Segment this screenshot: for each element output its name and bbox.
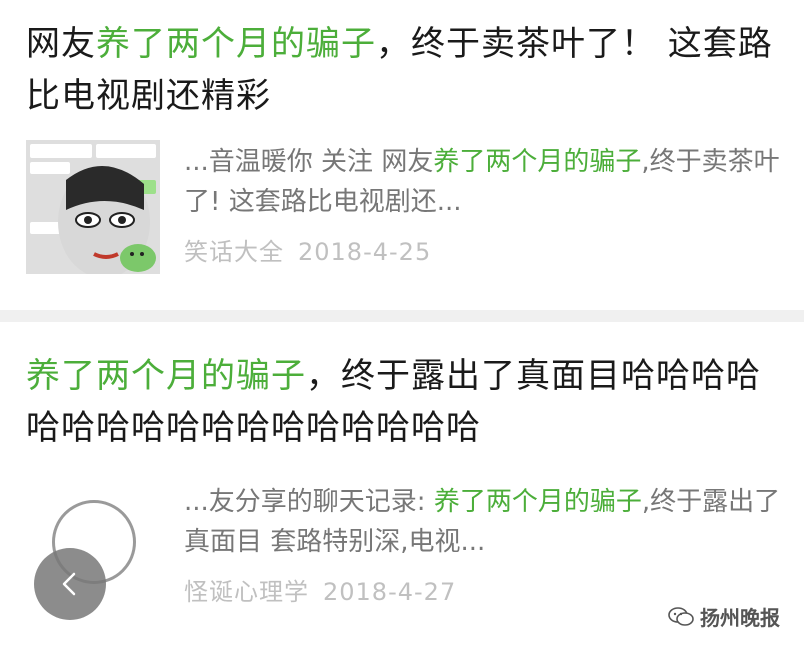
chevron-left-icon xyxy=(62,572,76,596)
thumbnail-image xyxy=(26,140,160,274)
article-title[interactable]: 网友养了两个月的骗子，终于卖茶叶了！ 这套路比电视剧还精彩 xyxy=(26,18,786,122)
article-date: 2018-4-25 xyxy=(298,238,432,266)
article-snippet: ...音温暖你 关注 网友养了两个月的骗子,终于卖茶叶了! 这套路比电视剧还..… xyxy=(184,142,784,222)
article-title[interactable]: 养了两个月的骗子，终于露出了真面目哈哈哈哈哈哈哈哈哈哈哈哈哈哈哈哈哈 xyxy=(26,350,786,454)
article-meta: 怪诞心理学 2018-4-27 xyxy=(184,572,456,607)
article-date: 2018-4-27 xyxy=(323,578,457,606)
article-source[interactable]: 笑话大全 xyxy=(184,238,284,266)
article-source[interactable]: 怪诞心理学 xyxy=(184,578,309,606)
article-card[interactable]: 网友养了两个月的骗子，终于卖茶叶了！ 这套路比电视剧还精彩 ...音温暖你 关注… xyxy=(0,0,804,310)
snippet-keyword-highlight: 养了两个月的骗子 xyxy=(433,487,642,517)
watermark: 扬州晚报 xyxy=(668,602,780,631)
card-divider xyxy=(0,310,804,322)
back-button[interactable] xyxy=(34,548,106,620)
wechat-icon xyxy=(668,606,694,626)
article-snippet: ...友分享的聊天记录: 养了两个月的骗子,终于露出了真面目 套路特别深,电视.… xyxy=(184,482,784,562)
title-keyword-highlight: 养了两个月的骗子 xyxy=(26,356,306,396)
title-keyword-highlight: 养了两个月的骗子 xyxy=(96,24,376,64)
title-text: 网友 xyxy=(26,24,96,64)
snippet-text: ...音温暖你 关注 网友 xyxy=(184,147,434,177)
article-meta: 笑话大全 2018-4-25 xyxy=(184,232,431,267)
snippet-keyword-highlight: 养了两个月的骗子 xyxy=(433,147,642,177)
snippet-text: ...友分享的聊天记录: xyxy=(184,487,434,517)
watermark-text: 扬州晚报 xyxy=(700,606,780,630)
article-thumbnail[interactable] xyxy=(26,140,160,274)
